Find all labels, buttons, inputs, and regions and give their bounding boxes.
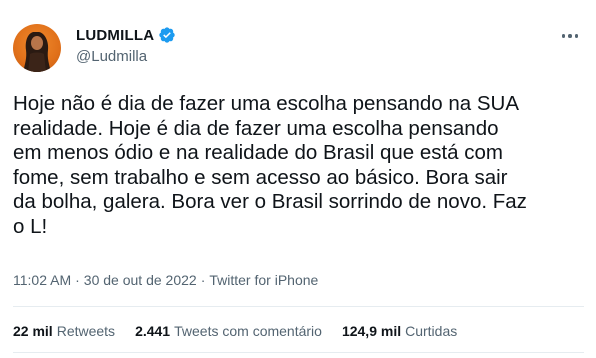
likes-label: Curtidas (405, 323, 458, 339)
avatar-photo-icon (23, 32, 51, 72)
more-options-icon[interactable] (556, 26, 584, 46)
tweet-date[interactable]: 30 de out de 2022 (84, 272, 197, 288)
tweet-text: Hoje não é dia de fazer uma escolha pens… (13, 92, 527, 238)
tweet-stats: 22 mil Retweets 2.441 Tweets com comentá… (13, 323, 457, 339)
retweets-stat[interactable]: 22 mil Retweets (13, 323, 115, 339)
quote-tweets-stat[interactable]: 2.441 Tweets com comentário (135, 323, 322, 339)
quote-tweets-count: 2.441 (135, 323, 171, 339)
divider (13, 352, 584, 353)
user-handle[interactable]: @Ludmilla (76, 48, 147, 65)
likes-count: 124,9 mil (341, 323, 402, 339)
tweet-source[interactable]: Twitter for iPhone (209, 272, 318, 288)
verified-badge-icon (159, 27, 175, 43)
retweets-count: 22 mil (13, 323, 53, 339)
quote-tweets-label: Tweets com comentário (174, 323, 322, 339)
divider (13, 306, 584, 307)
retweets-label: Retweets (56, 323, 116, 339)
likes-stat[interactable]: 124,9 mil Curtidas (342, 323, 457, 339)
avatar[interactable] (13, 24, 61, 72)
user-name-row: LUDMILLA (76, 26, 176, 44)
separator-dot: · (75, 272, 80, 288)
tweet-card: LUDMILLA @Ludmilla Hoje não é dia de faz… (0, 0, 596, 358)
display-name[interactable]: LUDMILLA (76, 27, 154, 44)
tweet-metadata: 11:02 AM · 30 de out de 2022 · Twitter f… (13, 272, 318, 288)
tweet-time[interactable]: 11:02 AM (13, 272, 71, 288)
separator-dot: · (200, 272, 206, 288)
